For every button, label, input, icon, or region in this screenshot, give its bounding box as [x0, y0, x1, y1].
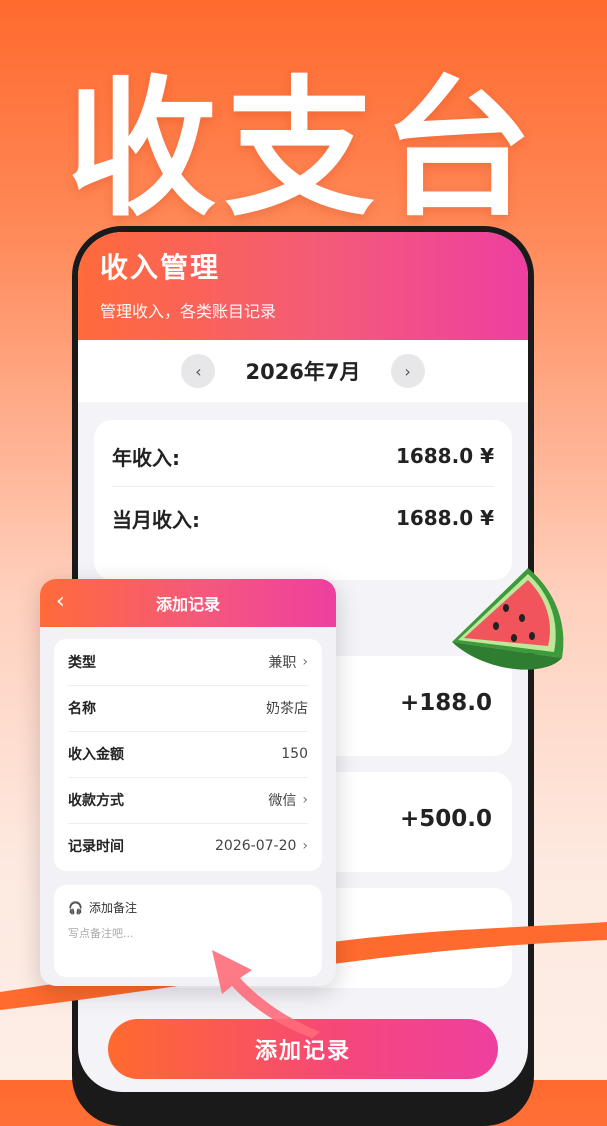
dialog-header: ‹ 添加记录: [40, 579, 336, 627]
chevron-right-icon: ›: [302, 654, 308, 670]
record-amount: +500.0: [399, 806, 492, 832]
page-title: 收入管理: [100, 251, 221, 284]
form-row-payment-method[interactable]: 收款方式 微信 ›: [68, 777, 308, 824]
chevron-right-icon: ›: [404, 361, 411, 381]
field-label: 类型: [68, 655, 96, 671]
page-subtitle: 管理收入，各类账目记录: [100, 302, 277, 321]
form-row-record-time[interactable]: 记录时间 2026-07-20 ›: [68, 823, 308, 869]
chevron-right-icon: ›: [302, 792, 308, 808]
chevron-left-icon: ‹: [195, 361, 202, 381]
income-summary-card: 年收入: 1688.0 ¥ 当月收入: 1688.0 ¥: [94, 420, 512, 580]
prev-month-button[interactable]: ‹: [181, 354, 216, 388]
note-header: 🎧 添加备注: [68, 899, 137, 916]
form-row-type[interactable]: 类型 兼职 ›: [68, 639, 308, 686]
field-label: 名称: [68, 701, 96, 717]
record-form: 类型 兼职 › 名称 奶茶店 收入金额 150 收款方式 微信 › 记录时间 202…: [54, 639, 322, 871]
month-selector: ‹ 2026年7月 ›: [78, 340, 528, 402]
field-value: 150: [281, 746, 308, 762]
form-row-amount[interactable]: 收入金额 150: [68, 731, 308, 778]
back-icon[interactable]: ‹: [56, 589, 65, 614]
year-income-row: 年收入: 1688.0 ¥: [112, 426, 494, 487]
form-row-name[interactable]: 名称 奶茶店: [68, 685, 308, 732]
month-income-row: 当月收入: 1688.0 ¥: [112, 488, 494, 548]
pointer-arrow-icon: [212, 950, 320, 1038]
screen-header: 收入管理 管理收入，各类账目记录: [78, 232, 528, 340]
dialog-title: 添加记录: [155, 595, 220, 614]
headset-icon: 🎧: [68, 900, 83, 915]
current-month: 2026年7月: [245, 360, 361, 384]
add-record-dialog: ‹ 添加记录 类型 兼职 › 名称 奶茶店 收入金额 150 收款方式 微信 › 记…: [40, 579, 336, 986]
field-label: 收入金额: [68, 747, 124, 763]
note-title: 添加备注: [88, 901, 137, 915]
field-label: 记录时间: [68, 839, 124, 855]
note-placeholder: 写点备注吧...: [68, 927, 134, 940]
month-income-value: 1688.0 ¥: [395, 506, 494, 530]
record-amount: +188.0: [399, 690, 492, 716]
field-value: 2026-07-20: [215, 838, 297, 854]
field-label: 收款方式: [68, 793, 124, 809]
watermelon-icon: [452, 568, 564, 670]
field-value: 微信: [268, 793, 297, 809]
chevron-right-icon: ›: [302, 838, 308, 854]
field-value: 兼职: [268, 655, 297, 671]
field-value: 奶茶店: [266, 701, 308, 717]
year-income-label: 年收入:: [112, 445, 180, 470]
year-income-value: 1688.0 ¥: [395, 444, 494, 468]
next-month-button[interactable]: ›: [390, 354, 425, 388]
month-income-label: 当月收入:: [112, 507, 200, 532]
